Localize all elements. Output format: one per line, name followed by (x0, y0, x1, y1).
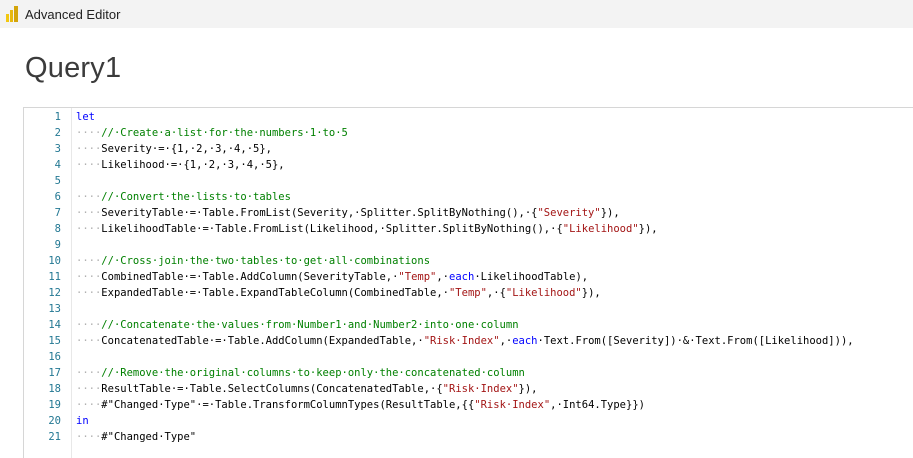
line-number: 19 (48, 399, 61, 411)
code-token: "Risk·Index" (442, 383, 519, 395)
code-token: }), (581, 287, 601, 299)
code-line[interactable]: ····#"Changed·Type"·=·Table.TransformCol… (76, 397, 645, 413)
code-token: ···· (76, 223, 102, 235)
code-token: ConcatenatedTable·=·Table.AddColumn(Expa… (101, 335, 424, 347)
code-token: ···· (76, 287, 102, 299)
code-token: Likelihood·=·{1,·2,·3,·4,·5}, (101, 159, 285, 171)
line-number: 14 (48, 319, 61, 331)
code-token: #"Changed·Type" (101, 431, 197, 443)
code-line[interactable]: ····//·Concatenate·the·values·from·Numbe… (76, 317, 519, 333)
code-token: ···· (76, 383, 102, 395)
power-bi-icon (6, 6, 20, 22)
code-line[interactable]: ····ExpandedTable·=·Table.ExpandTableCol… (76, 285, 601, 301)
code-line[interactable]: ····//·Cross·join·the·two·tables·to·get·… (76, 253, 430, 269)
line-number: 17 (48, 367, 61, 379)
code-token: //·Create·a·list·for·the·numbers·1·to·5 (101, 127, 348, 139)
code-token: ···· (76, 143, 102, 155)
line-number: 5 (54, 175, 61, 187)
code-token: "Likelihood" (562, 223, 639, 235)
gutter-divider (71, 108, 72, 458)
code-token: SeverityTable·=·Table.FromList(Severity,… (101, 207, 538, 219)
code-token: ExpandedTable·=·Table.ExpandTableColumn(… (101, 287, 449, 299)
code-line[interactable]: ····SeverityTable·=·Table.FromList(Sever… (76, 205, 620, 221)
line-number: 10 (48, 255, 61, 267)
code-token: //·Cross·join·the·two·tables·to·get·all·… (101, 255, 431, 267)
code-line[interactable]: ····//·Remove·the·original·columns·to·ke… (76, 365, 525, 381)
line-number: 16 (48, 351, 61, 363)
code-line[interactable]: ····ResultTable·=·Table.SelectColumns(Co… (76, 381, 538, 397)
line-number: 13 (48, 303, 61, 315)
code-token: //·Concatenate·the·values·from·Number1·a… (101, 319, 519, 331)
code-line[interactable]: ····ConcatenatedTable·=·Table.AddColumn(… (76, 333, 854, 349)
code-line[interactable]: in (76, 413, 89, 429)
line-number: 8 (54, 223, 61, 235)
line-number: 6 (54, 191, 61, 203)
code-token: "Risk·Index" (423, 335, 500, 347)
line-number: 9 (54, 239, 61, 251)
line-number: 4 (54, 159, 61, 171)
code-line[interactable]: let (76, 109, 95, 125)
line-number: 2 (54, 127, 61, 139)
code-token: ···· (76, 319, 102, 331)
code-token: ···· (76, 191, 102, 203)
code-token: ,·Int64.Type}}) (550, 399, 645, 411)
code-token: "Severity" (537, 207, 601, 219)
title-bar: Advanced Editor (0, 0, 913, 28)
query-title: Query1 (25, 52, 122, 84)
code-token: "Risk·Index" (474, 399, 551, 411)
code-token: ···· (76, 431, 102, 443)
line-number: 12 (48, 287, 61, 299)
code-token: each (512, 335, 538, 347)
code-token: each (449, 271, 475, 283)
line-number: 21 (48, 431, 61, 443)
code-token: ,· (436, 271, 450, 283)
code-token: }), (518, 383, 538, 395)
code-token: ·Text.From([Severity])·&·Text.From([Like… (537, 335, 854, 347)
code-line[interactable]: ····Likelihood·=·{1,·2,·3,·4,·5}, (76, 157, 285, 173)
code-token: ···· (76, 255, 102, 267)
line-number: 20 (48, 415, 61, 427)
code-token: LikelihoodTable·=·Table.FromList(Likelih… (101, 223, 563, 235)
code-token: ···· (76, 127, 102, 139)
code-token: //·Remove·the·original·columns·to·keep·o… (101, 367, 525, 379)
code-token: in (76, 415, 89, 427)
line-number: 11 (48, 271, 61, 283)
code-token: let (76, 111, 95, 123)
line-number: 1 (54, 111, 61, 123)
code-token: ···· (76, 399, 102, 411)
code-token: CombinedTable·=·Table.AddColumn(Severity… (101, 271, 399, 283)
code-token: ,·{ (486, 287, 506, 299)
code-token: //·Convert·the·lists·to·tables (101, 191, 291, 203)
code-line[interactable]: ····CombinedTable·=·Table.AddColumn(Seve… (76, 269, 588, 285)
code-editor[interactable]: 1 2 3 4 5 6 7 8 9 10 11 12 13 14 15 16 17 18 19 20 21 let ···… (23, 107, 913, 458)
code-token: "Temp" (448, 287, 487, 299)
code-token: ···· (76, 159, 102, 171)
code-token: ···· (76, 367, 102, 379)
line-number: 3 (54, 143, 61, 155)
code-token: Severity·=·{1,·2,·3,·4,·5}, (101, 143, 272, 155)
line-number: 7 (54, 207, 61, 219)
code-token: ···· (76, 335, 102, 347)
code-token: "Temp" (398, 271, 437, 283)
line-number: 15 (48, 335, 61, 347)
code-line[interactable]: ····Severity·=·{1,·2,·3,·4,·5}, (76, 141, 272, 157)
line-number: 18 (48, 383, 61, 395)
code-token: "Likelihood" (505, 287, 582, 299)
line-number-gutter: 1 2 3 4 5 6 7 8 9 10 11 12 13 14 15 16 17 18 19 20 21 (24, 108, 74, 458)
code-token: }), (600, 207, 620, 219)
code-token: ,· (499, 335, 513, 347)
code-token: ·LikelihoodTable), (474, 271, 589, 283)
window-title: Advanced Editor (25, 7, 121, 22)
code-token: #"Changed·Type"·=·Table.TransformColumnT… (101, 399, 475, 411)
code-token: ResultTable·=·Table.SelectColumns(Concat… (101, 383, 443, 395)
code-token: ···· (76, 207, 102, 219)
code-line[interactable]: ····LikelihoodTable·=·Table.FromList(Lik… (76, 221, 658, 237)
code-line[interactable]: ····//·Convert·the·lists·to·tables (76, 189, 291, 205)
code-token: ···· (76, 271, 102, 283)
code-token: }), (638, 223, 658, 235)
code-line[interactable]: ····//·Create·a·list·for·the·numbers·1·t… (76, 125, 348, 141)
code-line[interactable]: ····#"Changed·Type" (76, 429, 196, 445)
